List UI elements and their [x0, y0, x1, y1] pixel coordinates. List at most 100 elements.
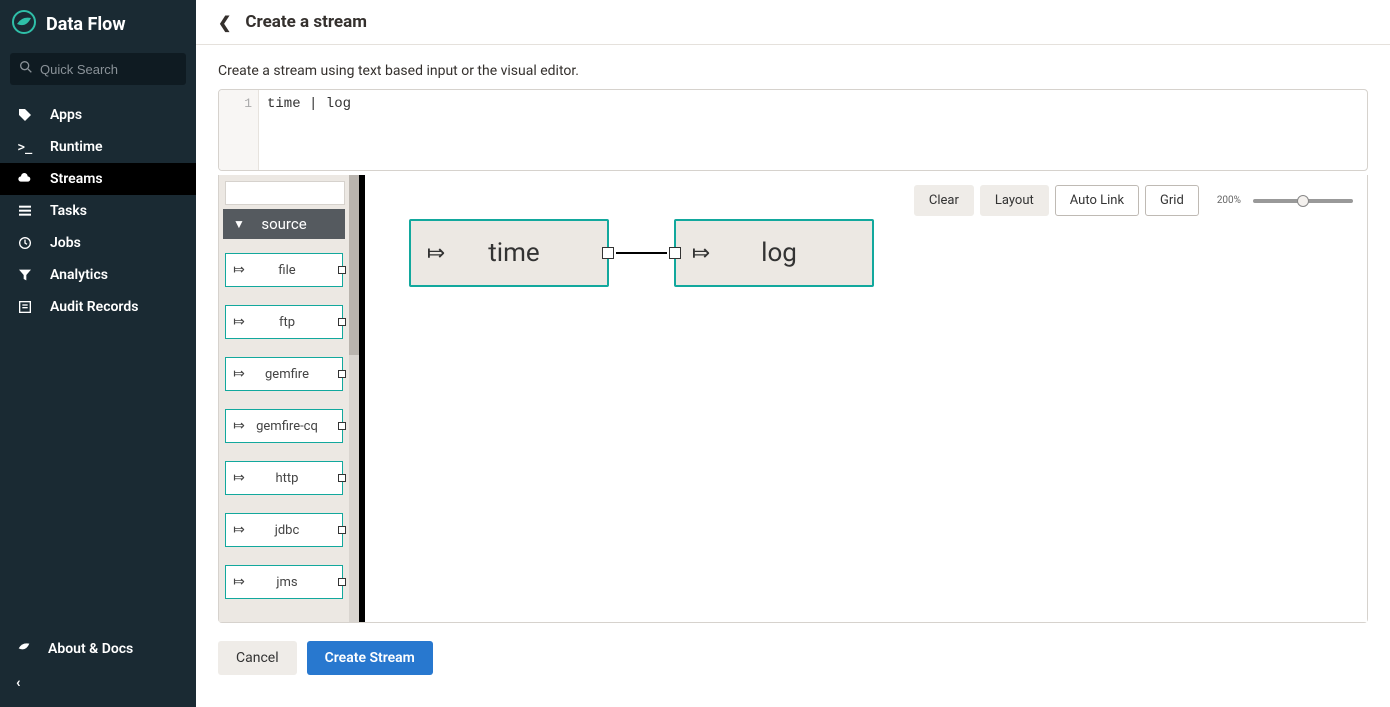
sidebar-item-runtime[interactable]: >_ Runtime: [0, 131, 196, 163]
zoom-label: 200%: [1217, 195, 1241, 206]
palette-item-label: http: [252, 471, 342, 486]
chevron-left-icon: ‹: [16, 675, 20, 691]
flow-node-label: log: [726, 238, 872, 268]
dsl-editor[interactable]: 1 time | log: [218, 89, 1368, 171]
sidebar-item-tasks[interactable]: Tasks: [0, 195, 196, 227]
palette-item-label: gemfire: [252, 367, 342, 382]
port-icon: [338, 422, 346, 430]
search-icon: [18, 59, 34, 79]
main: ❮ Create a stream Create a stream using …: [196, 0, 1390, 707]
port-icon: [338, 266, 346, 274]
palette-item-label: jms: [252, 575, 342, 590]
filter-icon: [16, 267, 34, 283]
visual-editor: ▼ source ⤇ file ⤇ ftp ⤇ gemfire: [218, 175, 1368, 623]
tag-icon: [16, 107, 34, 123]
gutter: 1: [219, 90, 259, 170]
create-stream-button[interactable]: Create Stream: [307, 641, 433, 675]
palette-scrollbar[interactable]: [349, 175, 359, 622]
sidebar-item-label: Apps: [50, 107, 82, 123]
page-header: ❮ Create a stream: [196, 0, 1390, 45]
palette: ▼ source ⤇ file ⤇ ftp ⤇ gemfire: [219, 175, 365, 622]
port-icon: [338, 318, 346, 326]
port-icon: [338, 526, 346, 534]
source-icon: ⤇: [226, 418, 252, 434]
port-icon: [338, 578, 346, 586]
nav: Apps >_ Runtime Streams Tasks Jobs: [0, 99, 196, 323]
sidebar-collapse[interactable]: ‹: [0, 667, 196, 699]
sidebar-item-jobs[interactable]: Jobs: [0, 227, 196, 259]
palette-item-label: ftp: [252, 315, 342, 330]
autolink-button[interactable]: Auto Link: [1055, 185, 1139, 216]
line-number: 1: [225, 96, 252, 111]
flow-node-label: time: [461, 238, 607, 268]
clock-icon: [16, 235, 34, 251]
source-icon: ⤇: [226, 470, 252, 486]
layout-button[interactable]: Layout: [980, 185, 1049, 216]
caret-down-icon: ▼: [233, 217, 245, 231]
palette-item-jms[interactable]: ⤇ jms: [225, 565, 343, 599]
sidebar-item-label: Tasks: [50, 203, 87, 219]
brand: Data Flow: [0, 0, 196, 47]
palette-items: ⤇ file ⤇ ftp ⤇ gemfire ⤇ gemfire-cq: [223, 239, 355, 609]
source-icon: ⤇: [226, 366, 252, 382]
flow-node-log[interactable]: ⤇ log: [674, 219, 874, 287]
back-button[interactable]: ❮: [218, 13, 231, 32]
palette-item-gemfire-cq[interactable]: ⤇ gemfire-cq: [225, 409, 343, 443]
sidebar-item-label: Runtime: [50, 139, 103, 155]
sidebar: Data Flow Apps >_ Runtime Streams: [0, 0, 196, 707]
port-icon: [338, 474, 346, 482]
page-title: Create a stream: [245, 12, 367, 32]
page-subhead: Create a stream using text based input o…: [196, 45, 1390, 89]
source-icon: ⤇: [226, 522, 252, 538]
leaf-icon: [16, 639, 32, 659]
leaf-icon: [12, 10, 36, 39]
source-icon: ⤇: [226, 314, 252, 330]
palette-item-jdbc[interactable]: ⤇ jdbc: [225, 513, 343, 547]
list-icon: [16, 203, 34, 219]
port-out-icon[interactable]: [602, 247, 614, 259]
terminal-icon: >_: [16, 140, 34, 154]
palette-item-label: jdbc: [252, 523, 342, 538]
brand-title: Data Flow: [46, 14, 126, 35]
sidebar-item-about[interactable]: About & Docs: [0, 631, 196, 667]
palette-item-ftp[interactable]: ⤇ ftp: [225, 305, 343, 339]
palette-item-label: file: [252, 263, 342, 278]
palette-item-label: gemfire-cq: [252, 419, 342, 434]
dsl-text[interactable]: time | log: [259, 90, 1367, 170]
zoom-slider-knob[interactable]: [1297, 195, 1309, 207]
flow-canvas[interactable]: Clear Layout Auto Link Grid 200% ⤇ time …: [365, 175, 1367, 622]
sidebar-item-label: Audit Records: [50, 299, 138, 315]
scrollbar-thumb[interactable]: [349, 175, 359, 355]
source-icon: ⤇: [226, 574, 252, 590]
sidebar-item-apps[interactable]: Apps: [0, 99, 196, 131]
clear-button[interactable]: Clear: [914, 185, 974, 216]
flow-node-time[interactable]: ⤇ time: [409, 219, 609, 287]
sidebar-item-label: Jobs: [50, 235, 81, 251]
sidebar-item-analytics[interactable]: Analytics: [0, 259, 196, 291]
palette-item-gemfire[interactable]: ⤇ gemfire: [225, 357, 343, 391]
port-in-icon[interactable]: [669, 247, 681, 259]
grid-button[interactable]: Grid: [1145, 185, 1199, 216]
sidebar-item-label: Streams: [50, 171, 103, 187]
sidebar-item-audit[interactable]: Audit Records: [0, 291, 196, 323]
palette-item-http[interactable]: ⤇ http: [225, 461, 343, 495]
search-input[interactable]: [40, 62, 178, 77]
palette-filter-input[interactable]: [225, 181, 345, 205]
sidebar-item-label: Analytics: [50, 267, 108, 283]
canvas-toolbar: Clear Layout Auto Link Grid 200%: [914, 185, 1353, 216]
cancel-button[interactable]: Cancel: [218, 641, 297, 675]
search-wrap: [0, 47, 196, 95]
cloud-icon: [16, 171, 34, 187]
search-box[interactable]: [10, 53, 186, 85]
sidebar-item-label: About & Docs: [48, 641, 133, 657]
footer-actions: Cancel Create Stream: [196, 623, 1390, 675]
source-icon: ⤇: [411, 241, 461, 266]
source-icon: ⤇: [226, 262, 252, 278]
sidebar-footer: About & Docs ‹: [0, 631, 196, 699]
palette-item-file[interactable]: ⤇ file: [225, 253, 343, 287]
sink-icon: ⤇: [676, 241, 726, 266]
sidebar-item-streams[interactable]: Streams: [0, 163, 196, 195]
palette-group-header[interactable]: ▼ source: [223, 209, 345, 239]
zoom-slider[interactable]: [1253, 199, 1353, 203]
flow-link[interactable]: [616, 252, 667, 254]
